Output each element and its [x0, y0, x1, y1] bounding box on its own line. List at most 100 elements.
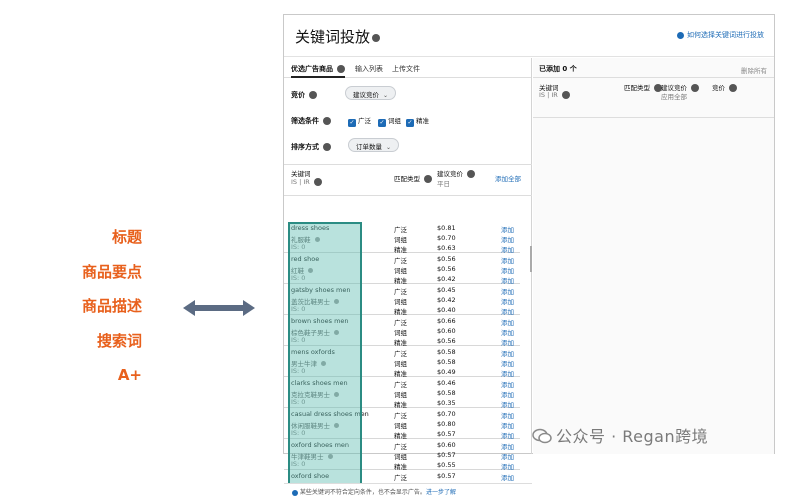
- bid-value: $0.80: [437, 420, 456, 428]
- add-button[interactable]: 添加: [501, 327, 514, 337]
- filter-label: 筛选条件: [291, 116, 332, 126]
- add-button[interactable]: 添加: [501, 265, 514, 275]
- bid-value: $0.55: [437, 461, 456, 469]
- chevron-down-icon: ⌄: [386, 144, 392, 151]
- bid-value: $0.60: [437, 327, 456, 335]
- tab-enter-list[interactable]: 输入列表: [355, 64, 383, 74]
- bid-value: $0.35: [437, 399, 456, 407]
- footer-note: 某些关键词不符合定向条件，也不会显示广告。进一步了解: [284, 483, 532, 497]
- col-bid2: 竞价: [712, 82, 738, 92]
- bid-value: $0.81: [437, 224, 456, 232]
- match-type: 广泛: [394, 350, 407, 358]
- bid-value: $0.45: [437, 286, 456, 294]
- add-button[interactable]: 添加: [501, 348, 514, 358]
- match-type: 词组: [394, 329, 407, 337]
- tab-suggested[interactable]: 优选广告商品: [291, 64, 346, 74]
- page-title: 关键词投放: [295, 26, 381, 47]
- add-button[interactable]: 添加: [501, 296, 514, 306]
- add-button[interactable]: 添加: [501, 286, 514, 296]
- panel-header: 关键词投放 如何选择关键词进行投放: [284, 15, 774, 57]
- chevron-down-icon: ⌄: [383, 92, 389, 99]
- col-match-type: 匹配类型: [624, 82, 663, 92]
- bid-value: $0.60: [437, 441, 456, 449]
- add-button[interactable]: 添加: [501, 358, 514, 368]
- bid-value: $0.66: [437, 317, 456, 325]
- add-button[interactable]: 添加: [501, 472, 514, 482]
- filter-form: 竞价 建议竞价 ⌄ 筛选条件 ✓ 广泛 ✓ 词组 ✓ 精准 排序方式 订单数量 ⌄: [284, 78, 531, 160]
- add-button[interactable]: 添加: [501, 410, 514, 420]
- col-match-type: 匹配类型: [394, 173, 433, 183]
- label-bullet-points: 商品要点: [81, 262, 142, 281]
- wechat-icon: [532, 428, 552, 444]
- bid-value: $0.40: [437, 306, 456, 314]
- add-button[interactable]: 添加: [501, 234, 514, 244]
- bid-value: $0.57: [437, 451, 456, 459]
- filter-broad-checkbox[interactable]: ✓ 广泛: [348, 115, 371, 127]
- bid-value: $0.70: [437, 234, 456, 242]
- match-type: 广泛: [394, 226, 407, 234]
- add-button[interactable]: 添加: [501, 389, 514, 399]
- info-icon: [337, 65, 346, 73]
- col-bid-sub: 平日: [437, 180, 450, 188]
- filter-exact-checkbox[interactable]: ✓ 精准: [406, 115, 429, 127]
- bid-value: $0.56: [437, 265, 456, 273]
- bid-value: $0.57: [437, 472, 456, 480]
- bid-value: $0.58: [437, 389, 456, 397]
- tab-upload-file[interactable]: 上传文件: [392, 64, 420, 74]
- info-icon: [467, 170, 476, 178]
- check-icon: ✓: [348, 119, 356, 127]
- label-search-terms: 搜索词: [96, 331, 142, 350]
- sort-label: 排序方式: [291, 142, 332, 152]
- scrollbar[interactable]: [530, 246, 532, 272]
- tab-bar: 优选广告商品 输入列表 上传文件: [284, 58, 531, 78]
- check-icon: ✓: [406, 119, 414, 127]
- apply-all-link[interactable]: 应用全部: [661, 91, 687, 101]
- info-icon: [729, 84, 738, 92]
- learn-more-link[interactable]: 进一步了解: [426, 489, 456, 496]
- bid-value: $0.58: [437, 348, 456, 356]
- keyword-targeting-panel: 关键词投放 如何选择关键词进行投放 优选广告商品 输入列表 上传文件 竞价 建议…: [283, 14, 775, 497]
- info-icon: [292, 489, 298, 496]
- info-icon: [309, 91, 318, 99]
- add-button[interactable]: 添加: [501, 317, 514, 327]
- bid-value: $0.42: [437, 296, 456, 304]
- add-button[interactable]: 添加: [501, 379, 514, 389]
- info-icon[interactable]: [372, 33, 381, 42]
- bid-value: $0.70: [437, 410, 456, 418]
- double-arrow-icon: [183, 300, 255, 316]
- remove-all-button[interactable]: 删除所有: [741, 65, 767, 75]
- add-all-button[interactable]: 添加全部: [495, 173, 521, 183]
- sort-select[interactable]: 订单数量 ⌄: [348, 138, 400, 152]
- col-bid: 建议竞价: [437, 168, 476, 178]
- label-a-plus: A+: [117, 366, 142, 384]
- added-count: 已添加 0 个: [539, 65, 577, 73]
- info-icon: [323, 143, 332, 151]
- add-button[interactable]: 添加: [501, 420, 514, 430]
- add-button[interactable]: 添加: [501, 441, 514, 451]
- match-type: 词组: [394, 453, 407, 461]
- add-button[interactable]: 添加: [501, 451, 514, 461]
- add-button[interactable]: 添加: [501, 224, 514, 234]
- match-type: 词组: [394, 298, 407, 306]
- col-keyword-sub: IS | IR: [291, 178, 322, 186]
- bid-value: $0.57: [437, 430, 456, 438]
- match-type: 广泛: [394, 443, 407, 451]
- check-icon: ✓: [378, 119, 386, 127]
- match-type: 广泛: [394, 412, 407, 420]
- match-type: 广泛: [394, 474, 407, 482]
- added-table-header: 关键词 IS | IR 匹配类型 建议竞价 应用全部 竞价: [533, 78, 774, 118]
- match-type: 广泛: [394, 288, 407, 296]
- col-keyword-sub: IS | IR: [539, 91, 570, 99]
- add-button[interactable]: 添加: [501, 255, 514, 265]
- side-labels: 标题 商品要点 商品描述 搜索词 A+: [40, 222, 142, 395]
- bid-select[interactable]: 建议竞价 ⌄: [345, 86, 397, 100]
- help-link[interactable]: 如何选择关键词进行投放: [675, 30, 764, 40]
- filter-phrase-checkbox[interactable]: ✓ 词组: [378, 115, 401, 127]
- match-type: 词组: [394, 360, 407, 368]
- bid-value: $0.56: [437, 337, 456, 345]
- info-icon: [424, 175, 433, 183]
- match-type: 广泛: [394, 319, 407, 327]
- bid-value: $0.63: [437, 244, 456, 252]
- label-title: 标题: [111, 228, 142, 246]
- added-header: 已添加 0 个 删除所有: [533, 58, 774, 78]
